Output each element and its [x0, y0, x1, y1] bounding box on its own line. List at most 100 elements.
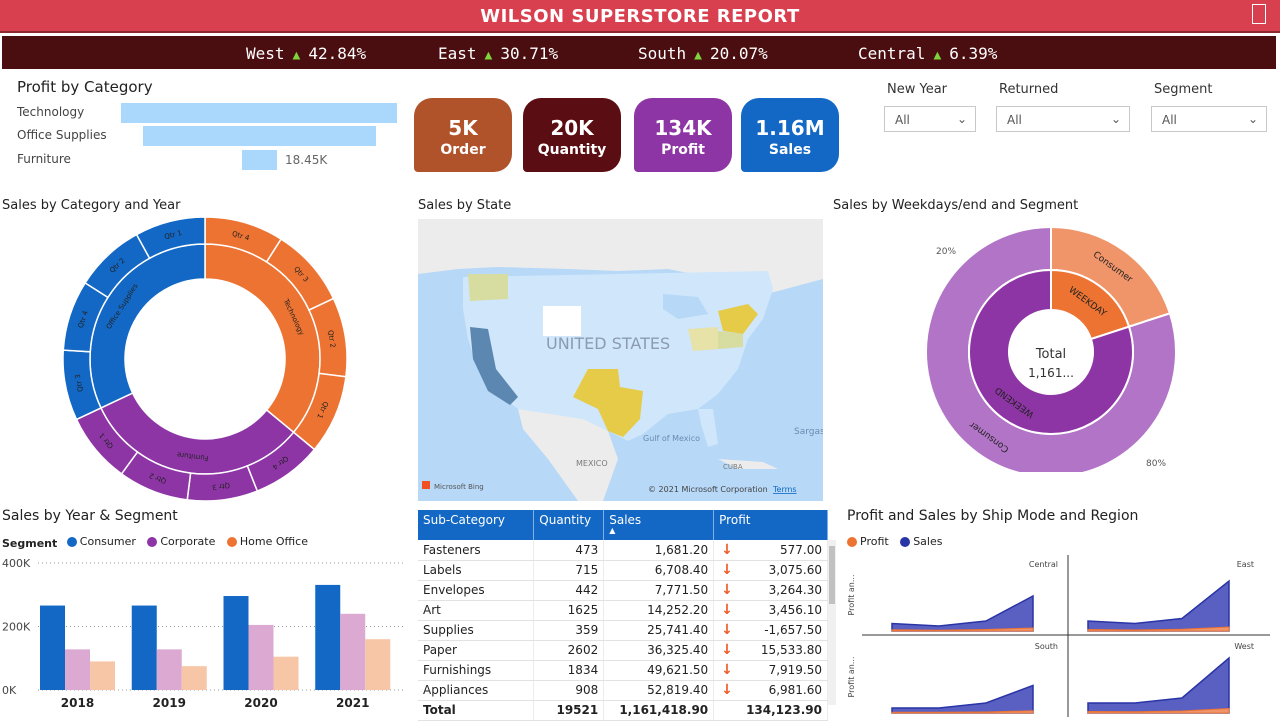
- category-bar-furniture[interactable]: [242, 150, 277, 170]
- table-row[interactable]: Labels 715 6,708.40 ↓ 3,075.60: [418, 560, 828, 581]
- sales-by-weekday-chart[interactable]: ConsumerConsumerWEEKDAYWEEKEND 20% 80% T…: [900, 222, 1200, 472]
- table-cell: 49,621.50: [603, 660, 715, 681]
- table-body: Fasteners 473 1,681.20 ↓ 577.00 Labels 715 6,70…: [418, 540, 828, 721]
- sales-by-year-segment-chart[interactable]: 400K 200K 0K 2018 2019 2020 2021: [0, 555, 410, 715]
- segment-dropdown[interactable]: All ⌄: [1151, 106, 1267, 132]
- column-header[interactable]: Quantity: [533, 510, 605, 540]
- ohio-state: [688, 327, 718, 351]
- total-cell: Total: [418, 699, 535, 721]
- new-year-dropdown[interactable]: All ⌄: [884, 106, 976, 132]
- map-copyright: © 2021 Microsoft Corporation: [648, 485, 768, 494]
- table-cell: Fasteners: [418, 540, 535, 561]
- table-cell: ↓ 3,264.30: [713, 580, 828, 601]
- table-cell: Supplies: [418, 620, 535, 641]
- legend-home-office[interactable]: Home Office: [226, 535, 308, 548]
- bar[interactable]: [340, 613, 366, 690]
- y-tick-label: 0K: [2, 684, 17, 697]
- legend-sales[interactable]: Sales: [900, 535, 942, 548]
- bar[interactable]: [156, 649, 182, 690]
- region-east: East ▲ 30.71%: [438, 44, 558, 63]
- cell-value: 3,456.10: [768, 603, 822, 617]
- cell-value: 577.00: [780, 542, 822, 557]
- legend-label: Corporate: [160, 535, 216, 548]
- bar[interactable]: [248, 624, 274, 690]
- column-header[interactable]: Profit: [713, 510, 828, 540]
- legend-profit[interactable]: Profit: [847, 535, 889, 548]
- table-row[interactable]: Supplies 359 25,741.40 ↓ -1,657.50: [418, 620, 828, 641]
- table-row[interactable]: Appliances 908 52,819.40 ↓ 6,981.60: [418, 680, 828, 701]
- legend-label: Consumer: [79, 535, 136, 548]
- subcategory-table[interactable]: Sub-Category Quantity Sales ▲ Profit Fast…: [418, 510, 828, 721]
- bar[interactable]: [40, 605, 65, 690]
- region-name: South: [638, 44, 687, 63]
- kpi-value: 134K: [654, 116, 712, 140]
- bing-logo-icon: [422, 481, 430, 489]
- table-row[interactable]: Paper 2602 36,325.40 ↓ 15,533.80: [418, 640, 828, 661]
- cell-value: 3,264.30: [768, 583, 822, 597]
- bar[interactable]: [273, 656, 299, 690]
- table-cell: ↓ 15,533.80: [713, 640, 828, 661]
- table-row[interactable]: Fasteners 473 1,681.20 ↓ 577.00: [418, 540, 828, 561]
- table-cell: 2602: [533, 640, 605, 661]
- table-cell: 359: [533, 620, 605, 641]
- y-axis-label: Profit an...: [847, 656, 856, 697]
- table-row[interactable]: Furnishings 1834 49,621.50 ↓ 7,919.50: [418, 660, 828, 681]
- table-cell: ↓ 6,981.60: [713, 680, 828, 701]
- scrollbar-thumb[interactable]: [829, 546, 835, 604]
- region-value: 30.71%: [500, 44, 559, 63]
- kpi-card-order[interactable]: 5K Order: [414, 98, 512, 172]
- sales-area[interactable]: [891, 684, 1034, 714]
- table-row[interactable]: Art 1625 14,252.20 ↓ 3,456.10: [418, 600, 828, 621]
- sales-by-weekday-title: Sales by Weekdays/end and Segment: [833, 198, 1079, 213]
- sales-area[interactable]: [891, 594, 1034, 632]
- column-header[interactable]: Sub-Category: [418, 510, 535, 540]
- sales-by-category-year-chart[interactable]: Qtr 4Qtr 3Qtr 2Qtr 1Qtr 4Qtr 3Qtr 2Qtr 1…: [60, 217, 350, 502]
- window-control-icon[interactable]: [1252, 4, 1266, 24]
- table-cell: ↓ -1,657.50: [713, 620, 828, 641]
- table-cell: Envelopes: [418, 580, 535, 601]
- up-arrow-icon: ▲: [933, 48, 942, 63]
- up-arrow-icon: ▲: [694, 48, 702, 63]
- bar[interactable]: [90, 661, 115, 690]
- legend-corporate[interactable]: Corporate: [147, 535, 215, 548]
- table-scrollbar[interactable]: [828, 540, 836, 705]
- cell-value: 15,533.80: [760, 643, 822, 657]
- map-terms-link[interactable]: Terms: [772, 485, 797, 494]
- table-row[interactable]: Envelopes 442 7,771.50 ↓ 3,264.30: [418, 580, 828, 601]
- kpi-card-sales[interactable]: 1.16M Sales: [741, 98, 839, 172]
- florida-state: [698, 409, 718, 447]
- ship-mode-region-chart[interactable]: Profit an... Profit an... Central East South…: [840, 555, 1270, 717]
- table-cell: 6,708.40: [603, 560, 715, 581]
- bar[interactable]: [131, 605, 157, 690]
- category-bar-technology[interactable]: [121, 103, 397, 123]
- sales-area[interactable]: [1087, 579, 1230, 632]
- report-title-bar: WILSON SUPERSTORE REPORT: [0, 0, 1280, 33]
- table-cell: 473: [533, 540, 605, 561]
- bar[interactable]: [223, 596, 249, 690]
- legend-consumer[interactable]: Consumer: [66, 535, 136, 548]
- category-bar-office-supplies[interactable]: [143, 126, 376, 146]
- region-ticker: West ▲ 42.84% East ▲ 30.71% South ▲ 20.07% Cen…: [2, 36, 1276, 69]
- kpi-value: 5K: [448, 116, 478, 140]
- table-cell: Art: [418, 600, 535, 621]
- bar[interactable]: [365, 639, 391, 690]
- kpi-card-quantity[interactable]: 20K Quantity: [523, 98, 621, 172]
- sales-area[interactable]: [1087, 656, 1230, 714]
- sales-by-state-map[interactable]: UNITED STATES Gulf of Mexico MEXICO CUBA…: [418, 219, 823, 501]
- table-cell: 25,741.40: [603, 620, 715, 641]
- table-cell: 1834: [533, 660, 605, 681]
- bar[interactable]: [315, 584, 341, 690]
- column-header-sorted[interactable]: Sales ▲: [603, 510, 715, 540]
- region-name: Central: [858, 44, 926, 63]
- table-total-row: Total 19521 1,161,418.90 134,123.90: [418, 699, 828, 721]
- returned-dropdown[interactable]: All ⌄: [996, 106, 1130, 132]
- bar[interactable]: [65, 649, 90, 690]
- cell-value: 3,075.60: [768, 563, 822, 577]
- total-cell: 134,123.90: [713, 699, 828, 721]
- table-header-row: Sub-Category Quantity Sales ▲ Profit: [418, 510, 828, 540]
- bar[interactable]: [181, 666, 207, 690]
- map-attribution: Microsoft Bing: [434, 483, 484, 491]
- legend-label: Profit: [860, 535, 889, 548]
- table-cell: Labels: [418, 560, 535, 581]
- kpi-card-profit[interactable]: 134K Profit: [634, 98, 732, 172]
